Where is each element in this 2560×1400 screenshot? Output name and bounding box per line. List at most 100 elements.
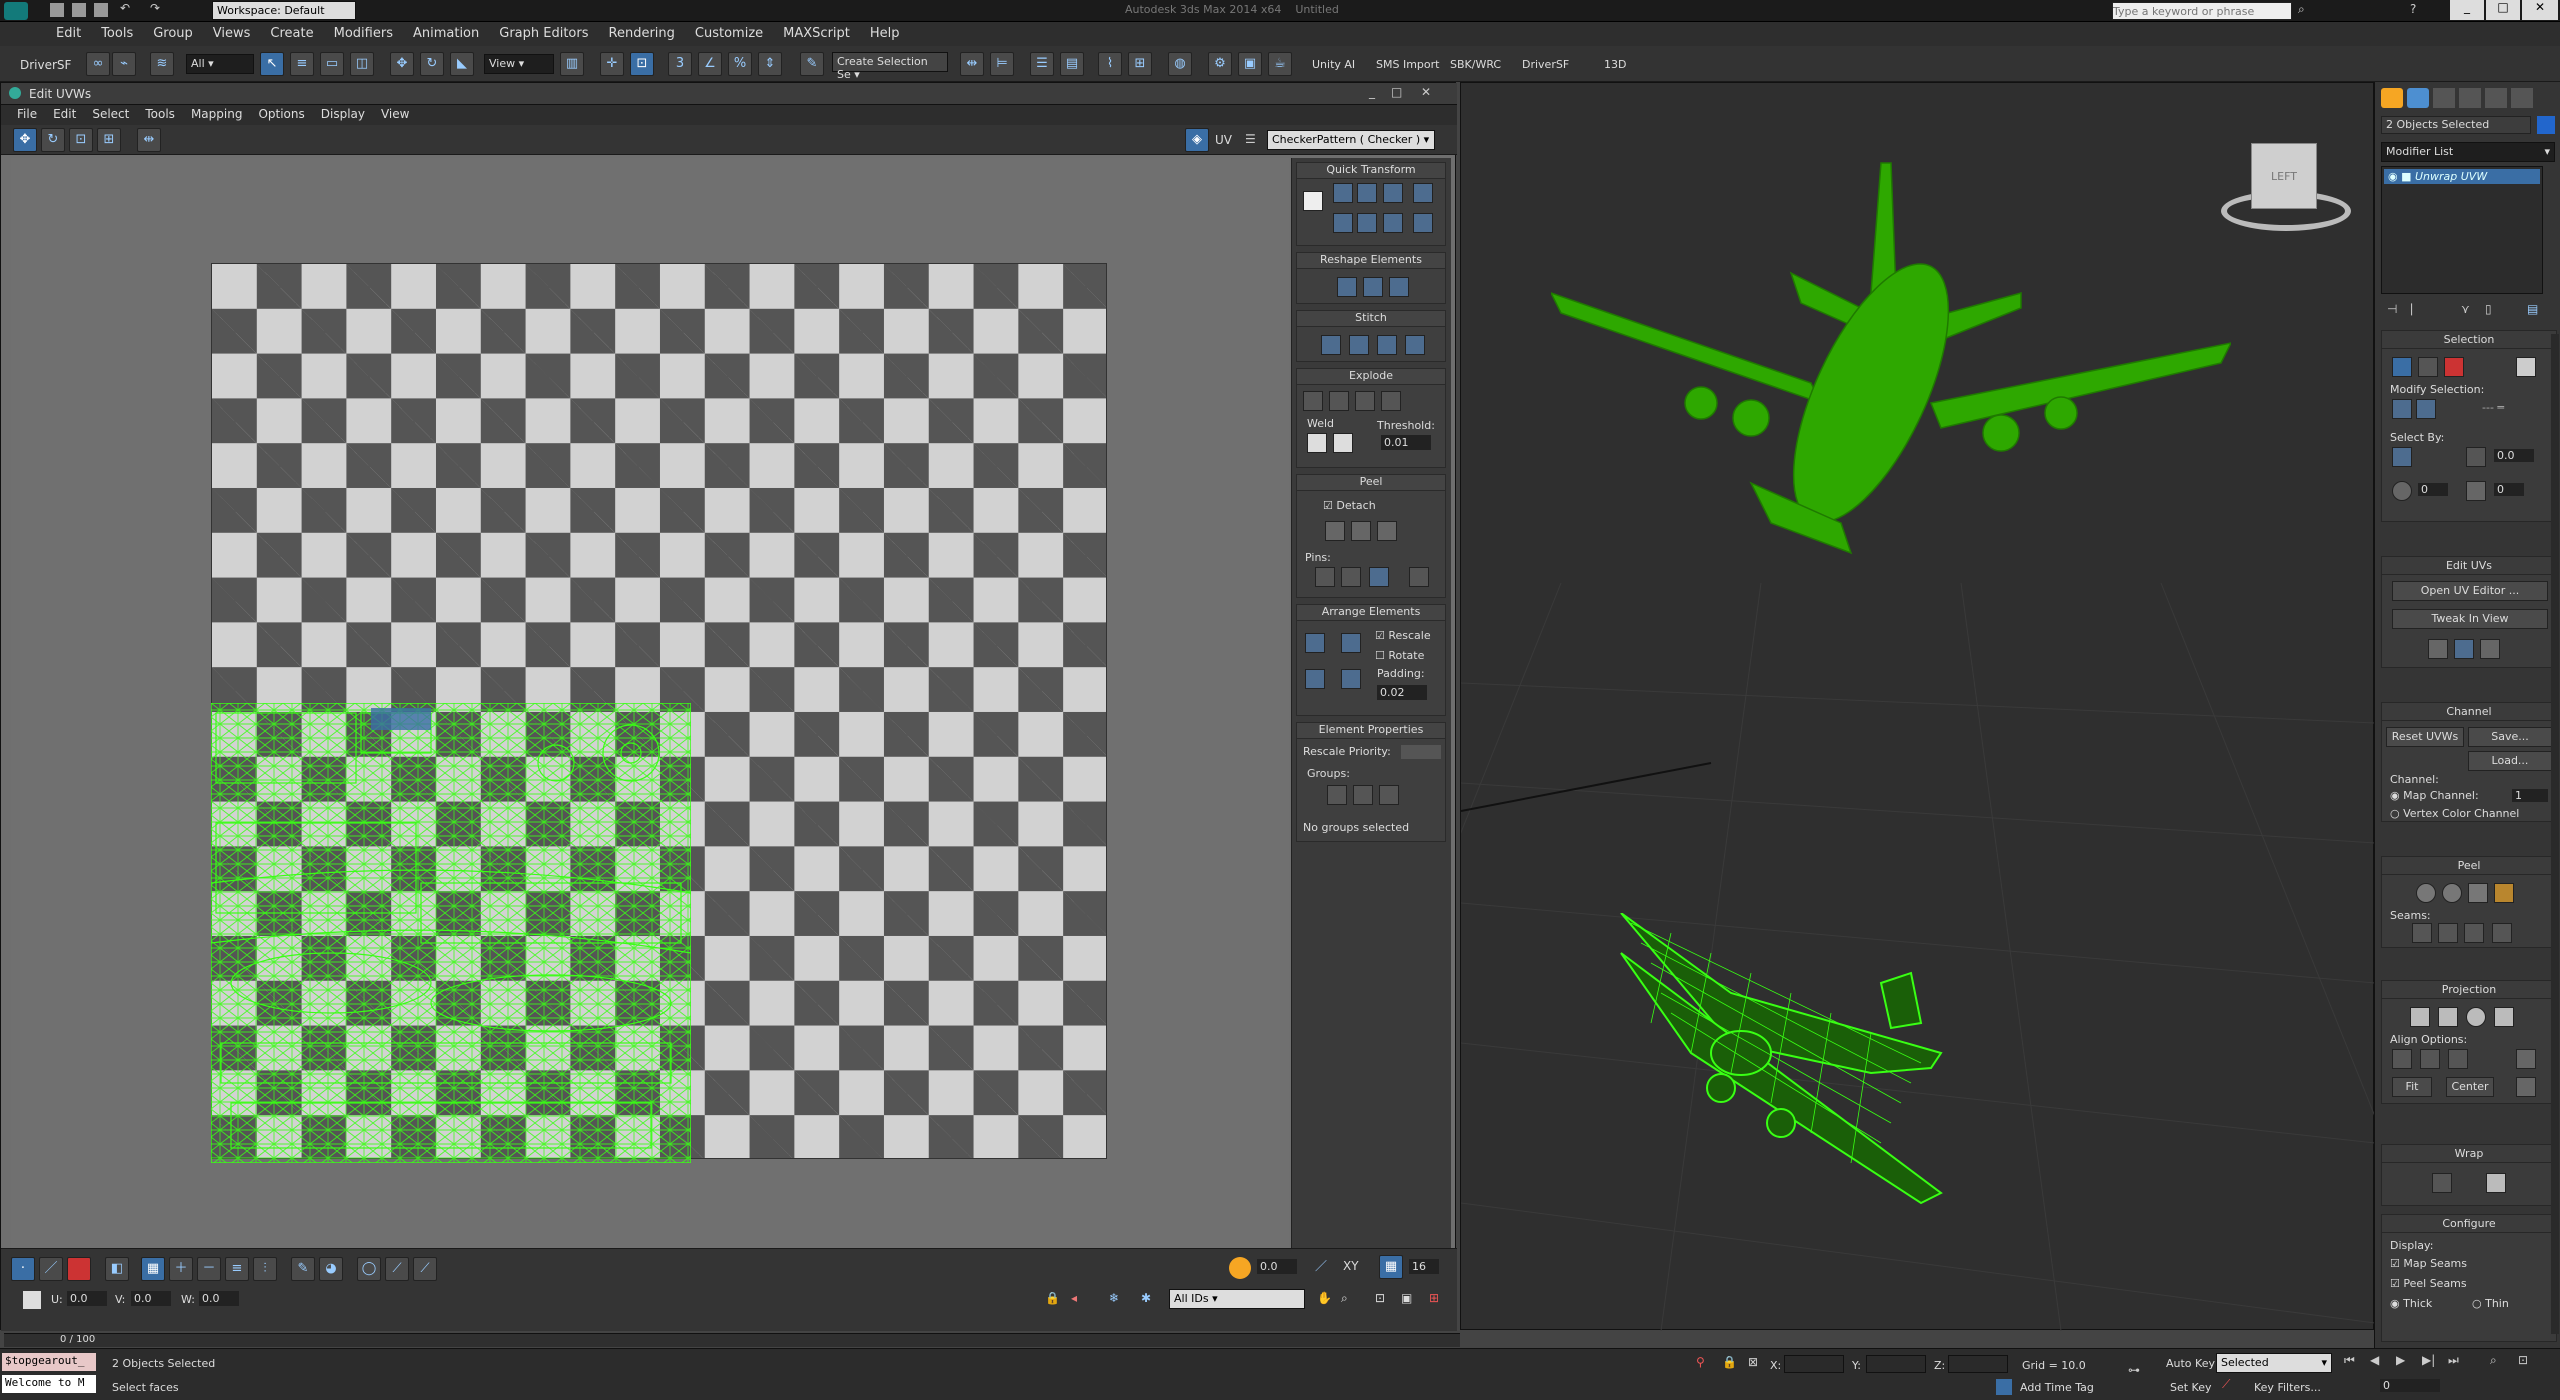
maxscript-output[interactable]: Welcome to M: [2, 1375, 96, 1393]
menu-item-group[interactable]: Group: [143, 22, 203, 45]
toolbar-item-sms-import[interactable]: SMS Import: [1376, 58, 1439, 71]
menu-item-graph-editors[interactable]: Graph Editors: [489, 22, 598, 45]
convert-edge-seams-icon[interactable]: [2494, 883, 2514, 903]
bind-space-warp-icon[interactable]: ≋: [150, 52, 174, 76]
group-select-icon[interactable]: [1327, 785, 1347, 805]
pack-custom-icon[interactable]: [1305, 669, 1325, 689]
loop-ring-icon[interactable]: --- ═: [2482, 401, 2504, 414]
rectangle-selection-icon[interactable]: ▭: [320, 52, 344, 76]
paint-select-icon[interactable]: ✎: [291, 1257, 315, 1281]
wrap-rollout-header[interactable]: Wrap: [2382, 1145, 2556, 1163]
go-to-end-icon[interactable]: ⏭: [2448, 1353, 2459, 1368]
uv-mirror-icon[interactable]: ⇹: [137, 128, 161, 152]
edge-sel-to-seams-icon[interactable]: [2464, 923, 2484, 943]
menu-item-customize[interactable]: Customize: [685, 22, 773, 45]
modifier-stack-item[interactable]: ◉ ■ Unwrap UVW: [2384, 169, 2540, 184]
thin-radio[interactable]: ○ Thin: [2472, 1297, 2509, 1310]
thick-radio[interactable]: ◉ Thick: [2390, 1297, 2432, 1310]
new-file-icon[interactable]: [50, 3, 64, 17]
uv-lock-icon[interactable]: [23, 1291, 41, 1309]
pivot-center-icon[interactable]: ▥: [560, 52, 584, 76]
search-icon[interactable]: ⌕: [2298, 2, 2305, 17]
scale-icon[interactable]: ◣: [450, 52, 474, 76]
uv-scale-icon[interactable]: ⊡: [69, 128, 93, 152]
utilities-tab-icon[interactable]: [2511, 88, 2533, 108]
selection-filter-dropdown[interactable]: All ▾: [186, 54, 254, 74]
close-button[interactable]: ✕: [2522, 0, 2558, 20]
toolbar-item-driversf[interactable]: DriverSF: [1522, 58, 1569, 71]
brightness-icon[interactable]: [1229, 1257, 1251, 1279]
configure-sets-icon[interactable]: ▤: [2527, 302, 2538, 316]
select-by-element-uv-icon[interactable]: ▦: [141, 1257, 165, 1281]
zoom-region-icon[interactable]: ⊡: [1375, 1291, 1385, 1305]
flatten-by-smoothing-icon[interactable]: [1329, 391, 1349, 411]
vertex-mode-icon[interactable]: ·: [11, 1257, 35, 1281]
relax-settings-icon[interactable]: [1389, 277, 1409, 297]
align-to-edge-icon[interactable]: [1333, 213, 1353, 233]
quick-planar-align-icon[interactable]: [2480, 639, 2500, 659]
object-color-swatch[interactable]: [2537, 116, 2555, 134]
toolbar-item-13d[interactable]: 13D: [1604, 58, 1626, 71]
quick-peel-cmd-icon[interactable]: [2416, 883, 2436, 903]
selection-rollout-header[interactable]: Selection: [2382, 331, 2556, 349]
menu-item-tools[interactable]: Tools: [91, 22, 143, 45]
padding-input[interactable]: 0.02: [1377, 685, 1427, 700]
load-uvs-button[interactable]: Load...: [2468, 751, 2552, 771]
workspace-dropdown[interactable]: Workspace: Default: [212, 1, 356, 20]
planar-angle-input[interactable]: 0.0: [2494, 449, 2534, 462]
play-icon[interactable]: ▶: [2396, 1353, 2405, 1367]
pack-settings-icon[interactable]: [1341, 669, 1361, 689]
maxscript-listener[interactable]: $topgearout_: [2, 1353, 96, 1371]
unpin-icon[interactable]: [1341, 567, 1361, 587]
select-manipulate-icon[interactable]: ✛: [600, 52, 624, 76]
select-object-icon[interactable]: ↖: [260, 52, 284, 76]
select-pinned-icon[interactable]: [1409, 567, 1429, 587]
remove-modifier-icon[interactable]: ▯: [2485, 302, 2492, 316]
grow-icon[interactable]: [2392, 399, 2412, 419]
material-editor-icon[interactable]: ◍: [1168, 52, 1192, 76]
viewcube-box[interactable]: LEFT: [2251, 143, 2317, 209]
menu-item-modifiers[interactable]: Modifiers: [324, 22, 403, 45]
flatten-settings-icon[interactable]: [1381, 391, 1401, 411]
key-set-dropdown[interactable]: Selected ▾: [2216, 1353, 2332, 1373]
select-by-smoothing-icon[interactable]: [2466, 481, 2486, 501]
pan-mode-icon[interactable]: ／: [1315, 1257, 1327, 1274]
mirror-icon[interactable]: ⇹: [960, 52, 984, 76]
select-by-material-icon[interactable]: [2392, 481, 2412, 501]
peel-rollout-header[interactable]: Peel: [2382, 857, 2556, 875]
key-mode-icon[interactable]: ⟋: [2222, 1377, 2230, 1392]
w-input[interactable]: 0.0: [199, 1291, 239, 1306]
keyboard-shortcut-override-icon[interactable]: ⊡: [630, 52, 654, 76]
rotate-icon[interactable]: ↻: [420, 52, 444, 76]
element-mode-icon[interactable]: ◧: [105, 1257, 129, 1281]
reference-coordinate-dropdown[interactable]: View ▾: [484, 54, 554, 74]
uv-move-icon[interactable]: ✥: [13, 128, 37, 152]
cylindrical-map-icon[interactable]: [2438, 1007, 2458, 1027]
align-horizontal-icon[interactable]: [1357, 183, 1377, 203]
spinner-snap-icon[interactable]: ⇕: [758, 52, 782, 76]
command-panel-scrollbar[interactable]: [2551, 334, 2559, 1334]
menu-item-views[interactable]: Views: [203, 22, 261, 45]
planar-map-icon[interactable]: [2410, 1007, 2430, 1027]
relax-icon[interactable]: [1363, 277, 1383, 297]
unfold-map-icon[interactable]: [2486, 1173, 2506, 1193]
create-tab-icon[interactable]: [2381, 88, 2403, 108]
add-time-tag[interactable]: Add Time Tag: [2020, 1381, 2094, 1394]
snap-icon[interactable]: ⊞: [1429, 1291, 1439, 1305]
box-map-icon[interactable]: [2494, 1007, 2514, 1027]
menu-item-create[interactable]: Create: [260, 22, 323, 45]
brightness-input[interactable]: 0.0: [1257, 1259, 1297, 1274]
falloff-icon[interactable]: ⟋: [413, 1257, 437, 1281]
edit-uvs-rollout-header[interactable]: Edit UVs: [2382, 557, 2556, 575]
reset-projection-icon[interactable]: [2516, 1077, 2536, 1097]
quick-peel-icon[interactable]: [1325, 521, 1345, 541]
viewcube[interactable]: LEFT: [2221, 133, 2351, 253]
schematic-view-icon[interactable]: ⊞: [1128, 52, 1152, 76]
perspective-viewport[interactable]: LEFT: [1460, 82, 2375, 1331]
toolbar-item-unity-ai[interactable]: Unity AI: [1312, 58, 1355, 71]
align-icon[interactable]: ⊨: [990, 52, 1014, 76]
rescale-priority-input[interactable]: [1401, 745, 1441, 759]
select-by-element-icon[interactable]: [2392, 447, 2412, 467]
group-add-icon[interactable]: [1353, 785, 1373, 805]
grow-selection-icon[interactable]: ＋: [169, 1257, 193, 1281]
